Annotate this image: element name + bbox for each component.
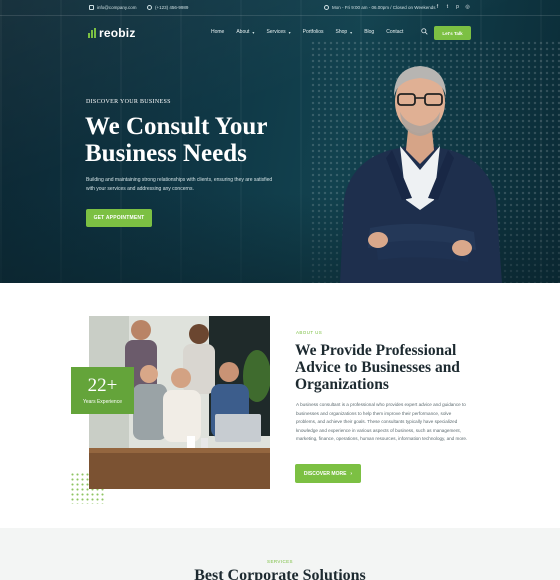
discover-more-button[interactable]: DISCOVER MORE ›	[295, 464, 361, 483]
get-appointment-button[interactable]: GET APPOINTMENT	[86, 209, 152, 227]
consultant-portrait	[340, 66, 502, 283]
experience-badge: 22+ Years Experience	[71, 367, 134, 414]
about-eyebrow: ABOUT US	[296, 330, 323, 335]
nav-item-home[interactable]: Home	[211, 29, 224, 35]
nav-item-portfolios[interactable]: Portfolios	[303, 29, 324, 35]
clock-icon	[324, 5, 329, 10]
services-eyebrow: SERVICES	[267, 559, 293, 564]
about-title: We Provide Professional Advice to Busine…	[295, 342, 460, 393]
chevron-down-icon: ▾	[288, 29, 291, 35]
hero-description: Building and maintaining strong relation…	[86, 177, 273, 192]
chevron-down-icon: ▾	[350, 29, 353, 35]
instagram-icon[interactable]: ◎	[465, 5, 470, 10]
mail-icon	[89, 5, 94, 10]
main-nav: Home About ▾ Services ▾ Portfolios Shop …	[211, 29, 403, 35]
topbar-hours: Mon - Fri 9:00 am - 06.00pm / Closed on …	[324, 5, 435, 10]
top-info-bar: info@company.com (+123) 456-9989 Mon - F…	[0, 0, 560, 16]
nav-item-about[interactable]: About ▾	[236, 29, 254, 35]
search-icon[interactable]	[421, 28, 428, 35]
social-links: f t p ◎	[435, 5, 470, 10]
experience-number: 22+	[87, 375, 118, 396]
hero-section: info@company.com (+123) 456-9989 Mon - F…	[0, 0, 560, 283]
experience-label: Years Experience	[82, 399, 122, 405]
phone-icon	[147, 5, 152, 10]
lets-talk-button[interactable]: Let's Talk	[434, 26, 471, 40]
about-description: A business consultant is a professional …	[296, 402, 468, 441]
nav-item-blog[interactable]: Blog	[364, 29, 374, 35]
logo[interactable]: reobiz	[88, 26, 136, 40]
logo-bars-icon	[88, 28, 96, 38]
facebook-icon[interactable]: f	[435, 5, 440, 10]
chevron-right-icon: ›	[350, 470, 353, 477]
nav-item-shop[interactable]: Shop ▾	[335, 29, 352, 35]
topbar-email[interactable]: info@company.com	[89, 5, 137, 10]
twitter-icon[interactable]: t	[445, 5, 450, 10]
chevron-down-icon: ▾	[252, 29, 255, 35]
nav-item-contact[interactable]: Contact	[386, 29, 403, 35]
pinterest-icon[interactable]: p	[455, 5, 460, 10]
services-section: SERVICES Best Corporate Solutions	[0, 528, 560, 580]
nav-item-services[interactable]: Services ▾	[266, 29, 290, 35]
hero-eyebrow: DISCOVER YOUR BUSINESS	[86, 99, 171, 105]
hero-title: We Consult Your Business Needs	[85, 113, 268, 167]
topbar-phone[interactable]: (+123) 456-9989	[147, 5, 188, 10]
services-title: Best Corporate Solutions	[194, 567, 366, 580]
logo-text: reobiz	[99, 26, 136, 40]
